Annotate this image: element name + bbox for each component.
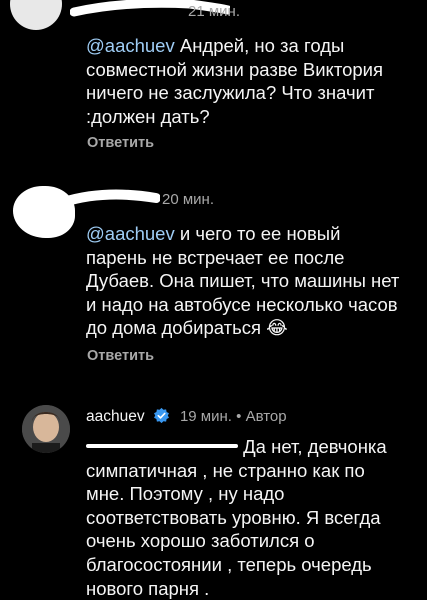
comment-time: 19 мин. bbox=[179, 408, 232, 425]
avatar[interactable] bbox=[22, 405, 70, 453]
comment-text: @aachuev и чего то ее новый парень не вс… bbox=[86, 223, 400, 339]
username[interactable]: aachuev bbox=[86, 408, 145, 425]
comment-time: 20 мин. bbox=[162, 191, 214, 208]
comment-meta: aachuev 19 мин. • Автор bbox=[86, 407, 287, 426]
comment-1: 21 мин. @aachuev Андрей, но за годы совм… bbox=[0, 0, 427, 160]
mention-link[interactable]: @aachuev bbox=[86, 223, 175, 244]
comment-text: @aachuev Андрей, но за годы совместной ж… bbox=[86, 35, 384, 127]
avatar-face-icon bbox=[22, 405, 70, 453]
comment-time: 21 мин. bbox=[188, 3, 240, 20]
reply-button[interactable]: Ответить bbox=[87, 348, 154, 364]
comment-2: 20 мин. @aachuev и чего то ее новый паре… bbox=[0, 180, 427, 370]
redacted-mention[interactable] bbox=[86, 437, 238, 455]
separator: • bbox=[236, 408, 242, 425]
author-badge: Автор bbox=[245, 408, 287, 425]
avatar[interactable] bbox=[10, 0, 62, 30]
comment-text: Да нет, девчонка симпатичная , не странн… bbox=[86, 436, 387, 599]
reply-button[interactable]: Ответить bbox=[87, 135, 154, 151]
comments-screen: 21 мин. @aachuev Андрей, но за годы совм… bbox=[0, 0, 427, 600]
verified-badge-icon bbox=[153, 407, 169, 424]
mention-link[interactable]: @aachuev bbox=[86, 35, 175, 56]
comment-3: aachuev 19 мин. • Автор Да нет, девчонка… bbox=[0, 395, 427, 600]
redaction-scribble bbox=[60, 189, 160, 207]
